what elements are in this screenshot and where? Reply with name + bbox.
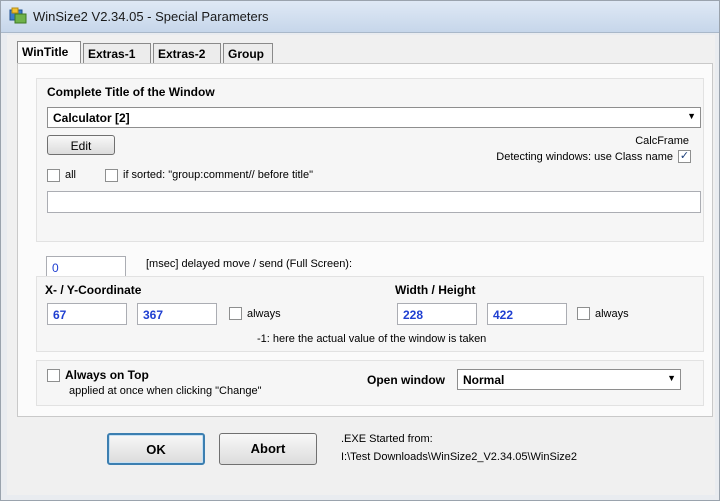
- position-size-group: X- / Y-Coordinate 67 367 always Width / …: [36, 276, 704, 352]
- detect-class-name-checkbox[interactable]: ✓: [678, 150, 691, 163]
- if-sorted-checkbox[interactable]: [105, 169, 118, 182]
- window-title-combo-value: Calculator [2]: [53, 111, 130, 125]
- exe-started-from-label: .EXE Started from:: [341, 433, 433, 445]
- edit-button[interactable]: Edit: [47, 135, 115, 155]
- width-input[interactable]: 228: [397, 303, 477, 325]
- tab-extras-1[interactable]: Extras-1: [83, 43, 151, 63]
- xy-coordinate-heading: X- / Y-Coordinate: [45, 283, 142, 297]
- position-always-label: always: [247, 308, 281, 320]
- if-sorted-label: if sorted: "group:comment// before title…: [123, 169, 314, 181]
- actual-value-hint: -1: here the actual value of the window …: [257, 333, 487, 345]
- chevron-down-icon[interactable]: ▼: [667, 373, 676, 383]
- y-coordinate-input[interactable]: 367: [137, 303, 217, 325]
- width-height-heading: Width / Height: [395, 283, 476, 297]
- all-checkbox[interactable]: [47, 169, 60, 182]
- delay-label: [msec] delayed move / send (Full Screen)…: [146, 258, 353, 270]
- ok-button[interactable]: OK: [107, 433, 205, 465]
- detect-class-name-label: Detecting windows: use Class name: [496, 151, 673, 163]
- size-always-label: always: [595, 308, 629, 320]
- class-name-value: CalcFrame: [635, 135, 689, 147]
- tab-wintitle[interactable]: WinTitle: [17, 41, 81, 64]
- window-title-heading: Complete Title of the Window: [47, 85, 215, 99]
- title-extra-input[interactable]: [47, 191, 701, 213]
- wintitle-tab-panel: Complete Title of the Window Calculator …: [17, 63, 713, 417]
- exe-path: I:\Test Downloads\WinSize2_V2.34.05\WinS…: [341, 451, 578, 463]
- special-parameters-window: WinSize2 V2.34.05 - Special Parameters W…: [0, 0, 720, 501]
- tab-group[interactable]: Group: [223, 43, 273, 63]
- size-always-checkbox[interactable]: [577, 307, 590, 320]
- title-bar[interactable]: WinSize2 V2.34.05 - Special Parameters: [1, 1, 719, 33]
- always-on-top-label: Always on Top: [65, 368, 149, 382]
- delay-msec-input[interactable]: 0: [46, 256, 126, 278]
- window-title: WinSize2 V2.34.05 - Special Parameters: [33, 9, 269, 24]
- x-coordinate-input[interactable]: 67: [47, 303, 127, 325]
- window-options-group: Always on Top applied at once when click…: [36, 360, 704, 406]
- position-always-checkbox[interactable]: [229, 307, 242, 320]
- open-window-value: Normal: [463, 373, 505, 387]
- abort-button[interactable]: Abort: [219, 433, 317, 465]
- dialog-client-area: WinTitle Extras-1 Extras-2 Group Complet…: [7, 35, 715, 495]
- tab-extras-2[interactable]: Extras-2: [153, 43, 221, 63]
- height-input[interactable]: 422: [487, 303, 567, 325]
- all-label: all: [65, 169, 77, 181]
- open-window-label: Open window: [367, 373, 445, 387]
- winsize-app-icon: [9, 7, 27, 24]
- always-on-top-note: applied at once when clicking "Change": [69, 385, 262, 397]
- open-window-select[interactable]: Normal ▼: [457, 369, 681, 390]
- chevron-down-icon[interactable]: ▼: [687, 111, 696, 121]
- window-title-combobox[interactable]: Calculator [2] ▼: [47, 107, 701, 128]
- always-on-top-checkbox[interactable]: [47, 369, 60, 382]
- window-title-group: Complete Title of the Window Calculator …: [36, 78, 704, 242]
